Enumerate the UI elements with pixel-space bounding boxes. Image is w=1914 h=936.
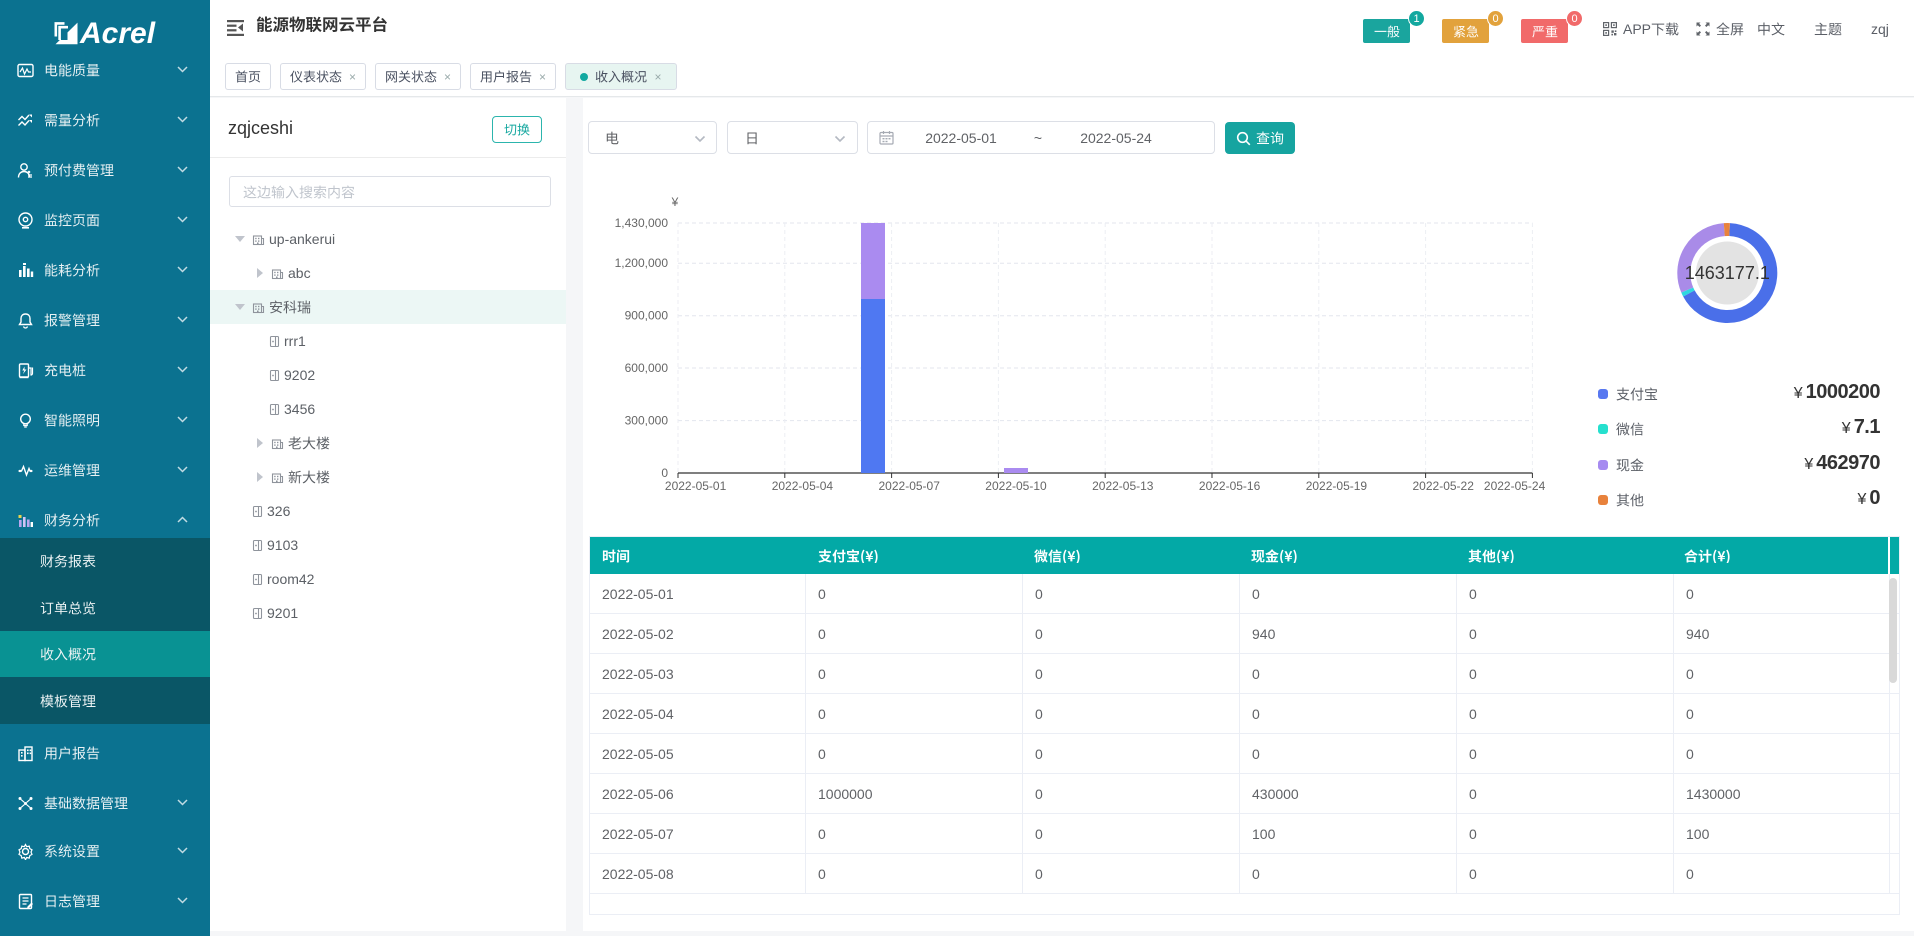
svg-text:2022-05-19: 2022-05-19 — [1306, 479, 1368, 493]
svg-text:2022-05-22: 2022-05-22 — [1413, 479, 1475, 493]
svg-text:600,000: 600,000 — [625, 361, 669, 375]
svg-text:2022-05-04: 2022-05-04 — [772, 479, 834, 493]
svg-text:2022-05-24: 2022-05-24 — [1484, 479, 1546, 493]
svg-text:300,000: 300,000 — [625, 414, 669, 428]
svg-text:900,000: 900,000 — [625, 309, 669, 323]
svg-text:0: 0 — [661, 466, 668, 480]
svg-text:2022-05-10: 2022-05-10 — [985, 479, 1047, 493]
svg-text:2022-05-01: 2022-05-01 — [665, 479, 727, 493]
svg-text:2022-05-16: 2022-05-16 — [1199, 479, 1261, 493]
svg-text:1,200,000: 1,200,000 — [615, 256, 669, 270]
svg-text:2022-05-07: 2022-05-07 — [879, 479, 941, 493]
svg-text:¥: ¥ — [671, 195, 679, 209]
svg-text:1,430,000: 1,430,000 — [615, 216, 669, 230]
svg-text:2022-05-13: 2022-05-13 — [1092, 479, 1154, 493]
svg-text:1463177.1: 1463177.1 — [1685, 263, 1770, 283]
